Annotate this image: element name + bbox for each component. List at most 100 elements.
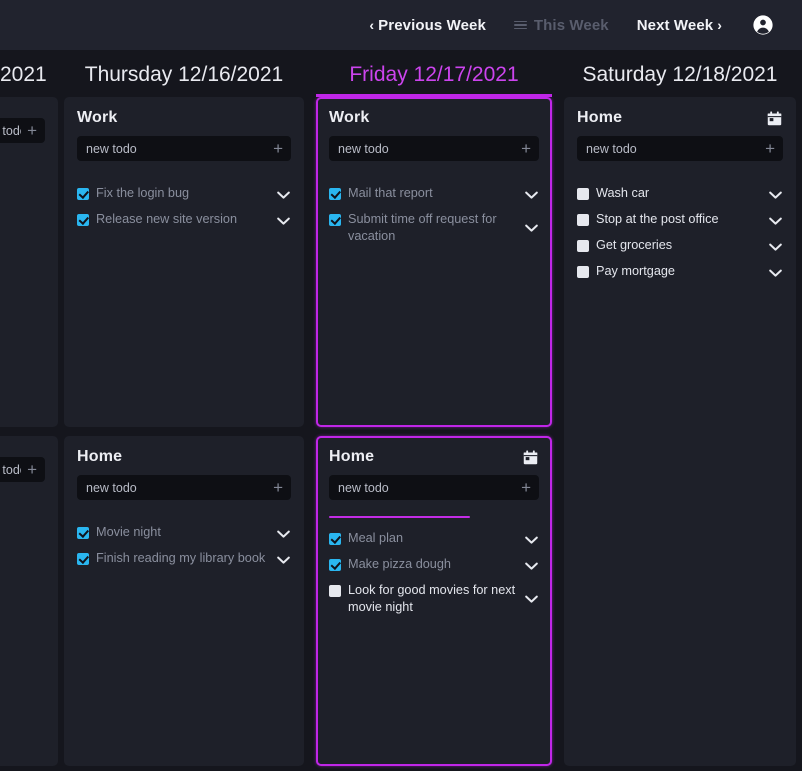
todo-label: Release new site version — [96, 211, 268, 228]
todo-expand-button[interactable] — [275, 530, 291, 539]
new-todo-input[interactable] — [586, 142, 759, 156]
checkbox-checked-icon[interactable] — [77, 188, 89, 200]
add-todo-button[interactable]: + — [759, 140, 775, 157]
card-title: Home — [329, 448, 374, 466]
chevron-down-icon — [525, 191, 538, 200]
calendar-icon-button[interactable] — [522, 449, 539, 466]
checkbox-checked-icon[interactable] — [329, 533, 341, 545]
checkbox-unchecked-icon[interactable] — [577, 188, 589, 200]
day-column-friday: Work+Mail that reportSubmit time off req… — [310, 97, 558, 771]
chevron-down-icon — [277, 530, 290, 539]
chevron-left-icon: ‹ — [369, 18, 374, 32]
todo-expand-button[interactable] — [523, 191, 539, 200]
add-todo-button[interactable]: + — [21, 122, 37, 139]
todo-list: Wash car Stop at the post office Get groce… — [577, 185, 783, 283]
checkbox-checked-icon[interactable] — [329, 214, 341, 226]
previous-week-button[interactable]: ‹ Previous Week — [355, 13, 500, 38]
checkbox-unchecked-icon[interactable] — [577, 214, 589, 226]
todo-label: Finish reading my library book — [96, 550, 268, 567]
calendar-icon-button[interactable] — [766, 110, 783, 127]
chevron-down-icon — [525, 562, 538, 571]
todo-list: Mail that report Submit time off request … — [329, 185, 539, 245]
todo-expand-button[interactable] — [767, 269, 783, 278]
todo-expand-button[interactable] — [523, 536, 539, 545]
add-todo-button[interactable]: + — [267, 140, 283, 157]
todo-item[interactable]: Mail that report — [329, 185, 539, 205]
checkbox-unchecked-icon[interactable] — [329, 585, 341, 597]
todo-label: Get groceries — [596, 237, 760, 254]
checkbox-unchecked-icon[interactable] — [577, 266, 589, 278]
todo-card[interactable]: + — [0, 97, 58, 427]
todo-expand-button[interactable] — [523, 224, 539, 233]
todo-item[interactable]: Look for good movies for next movie nigh… — [329, 582, 539, 616]
todo-expand-button[interactable] — [523, 562, 539, 571]
new-todo-row: + — [77, 475, 291, 500]
card-progress-track — [329, 516, 539, 518]
todo-item[interactable]: Pay mortgage — [577, 263, 783, 283]
chevron-down-icon — [525, 536, 538, 545]
chevron-down-icon — [769, 269, 782, 278]
todo-expand-button[interactable] — [767, 191, 783, 200]
chevron-down-icon — [277, 191, 290, 200]
todo-list: Fix the login bug Release new site versio… — [77, 185, 291, 231]
todo-expand-button[interactable] — [767, 217, 783, 226]
chevron-right-icon: › — [717, 18, 722, 32]
day-header-thursday: Thursday 12/16/2021 — [58, 63, 310, 97]
todo-item[interactable]: Wash car — [577, 185, 783, 205]
chevron-down-icon — [277, 556, 290, 565]
next-week-button[interactable]: Next Week › — [623, 13, 736, 38]
card-header: Home — [329, 448, 539, 466]
todo-item[interactable]: Make pizza dough — [329, 556, 539, 576]
todo-item[interactable]: Finish reading my library book — [77, 550, 291, 570]
todo-card[interactable]: Home + Movie night Finish reading my librar… — [64, 436, 304, 766]
todo-card[interactable]: + — [0, 436, 58, 766]
checkbox-unchecked-icon[interactable] — [577, 240, 589, 252]
account-button[interactable] — [746, 8, 780, 42]
new-todo-input[interactable] — [338, 481, 515, 495]
todo-card[interactable]: Work+Fix the login bugRelease new site v… — [64, 97, 304, 427]
checkbox-checked-icon[interactable] — [77, 214, 89, 226]
todo-item[interactable]: Submit time off request for vacation — [329, 211, 539, 245]
week-board: ++Work+Fix the login bugRelease new site… — [0, 97, 802, 771]
add-todo-button[interactable]: + — [515, 479, 531, 496]
todo-item[interactable]: Stop at the post office — [577, 211, 783, 231]
new-todo-row: + — [0, 457, 45, 482]
add-todo-button[interactable]: + — [21, 461, 37, 478]
todo-card[interactable]: Home+Wash carStop at the post officeGet … — [564, 97, 796, 766]
todo-label: Mail that report — [348, 185, 516, 202]
new-todo-row: + — [0, 118, 45, 143]
todo-item[interactable]: Get groceries — [577, 237, 783, 257]
add-todo-button[interactable]: + — [267, 479, 283, 496]
todo-label: Wash car — [596, 185, 760, 202]
new-todo-row: + — [329, 136, 539, 161]
checkbox-checked-icon[interactable] — [77, 527, 89, 539]
todo-card[interactable]: Home + Meal plan Make pizza dough Look for g… — [316, 436, 552, 766]
todo-item[interactable]: Movie night — [77, 524, 291, 544]
new-todo-input[interactable] — [0, 463, 21, 477]
checkbox-checked-icon[interactable] — [77, 553, 89, 565]
todo-item[interactable]: Release new site version — [77, 211, 291, 231]
new-todo-input[interactable] — [86, 142, 267, 156]
todo-item[interactable]: Meal plan — [329, 530, 539, 550]
todo-label: Meal plan — [348, 530, 516, 547]
todo-expand-button[interactable] — [275, 191, 291, 200]
card-title: Home — [77, 448, 122, 466]
checkbox-checked-icon[interactable] — [329, 559, 341, 571]
day-header-friday: Friday 12/17/2021 — [310, 63, 558, 97]
new-todo-input[interactable] — [0, 124, 21, 138]
new-todo-input[interactable] — [338, 142, 515, 156]
new-todo-input[interactable] — [86, 481, 267, 495]
todo-expand-button[interactable] — [767, 243, 783, 252]
day-header-label: 2021 — [0, 63, 47, 86]
checkbox-checked-icon[interactable] — [329, 188, 341, 200]
day-header-label: Saturday 12/18/2021 — [583, 63, 778, 86]
todo-expand-button[interactable] — [275, 217, 291, 226]
this-week-button[interactable]: This Week — [500, 13, 623, 38]
todo-expand-button[interactable] — [275, 556, 291, 565]
todo-item[interactable]: Fix the login bug — [77, 185, 291, 205]
add-todo-button[interactable]: + — [515, 140, 531, 157]
day-header-label: Thursday 12/16/2021 — [85, 63, 283, 86]
new-todo-row: + — [329, 475, 539, 500]
todo-expand-button[interactable] — [523, 595, 539, 604]
todo-card[interactable]: Work+Mail that reportSubmit time off req… — [316, 97, 552, 427]
